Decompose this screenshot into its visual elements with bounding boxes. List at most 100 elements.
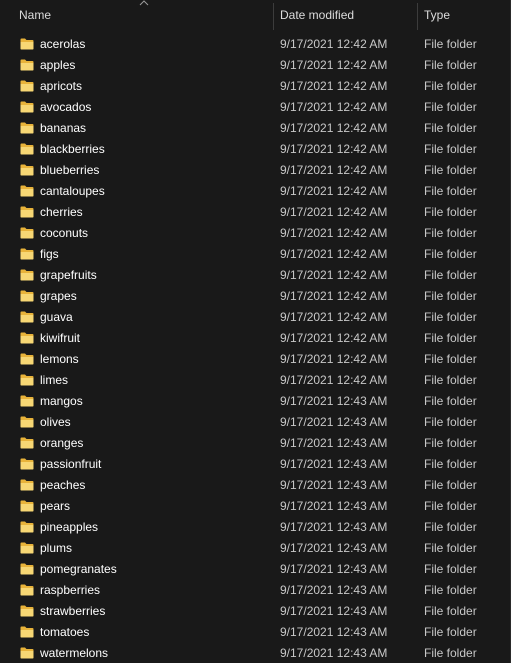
folder-name: acerolas [40, 37, 86, 51]
folder-row[interactable]: acerolas 9/17/2021 12:42 AM File folder [0, 34, 511, 55]
folder-icon [20, 101, 34, 113]
folder-name: grapefruits [40, 268, 97, 282]
folder-row[interactable]: pineapples 9/17/2021 12:43 AM File folde… [0, 517, 511, 538]
folder-date-modified: 9/17/2021 12:43 AM [280, 541, 388, 555]
folder-date-modified: 9/17/2021 12:43 AM [280, 520, 388, 534]
folder-row[interactable]: pomegranates 9/17/2021 12:43 AM File fol… [0, 559, 511, 580]
file-rows: acerolas 9/17/2021 12:42 AM File folder … [0, 34, 511, 663]
folder-type: File folder [424, 226, 477, 240]
folder-row[interactable]: grapefruits 9/17/2021 12:42 AM File fold… [0, 265, 511, 286]
folder-name: mangos [40, 394, 83, 408]
folder-name: cantaloupes [40, 184, 105, 198]
folder-name: avocados [40, 100, 92, 114]
column-header-type[interactable]: Type [418, 0, 511, 30]
folder-date-modified: 9/17/2021 12:42 AM [280, 205, 388, 219]
folder-name: coconuts [40, 226, 89, 240]
folder-type: File folder [424, 457, 477, 471]
folder-row[interactable]: cantaloupes 9/17/2021 12:42 AM File fold… [0, 181, 511, 202]
folder-row[interactable]: cherries 9/17/2021 12:42 AM File folder [0, 202, 511, 223]
folder-icon [20, 164, 34, 176]
folder-row[interactable]: strawberries 9/17/2021 12:43 AM File fol… [0, 601, 511, 622]
folder-row[interactable]: oranges 9/17/2021 12:43 AM File folder [0, 433, 511, 454]
folder-type: File folder [424, 37, 477, 51]
column-header-date-modified[interactable]: Date modified [274, 0, 417, 30]
folder-row[interactable]: tomatoes 9/17/2021 12:43 AM File folder [0, 622, 511, 643]
folder-row[interactable]: guava 9/17/2021 12:42 AM File folder [0, 307, 511, 328]
folder-row[interactable]: coconuts 9/17/2021 12:42 AM File folder [0, 223, 511, 244]
folder-row[interactable]: mangos 9/17/2021 12:43 AM File folder [0, 391, 511, 412]
column-header-date-label: Date modified [280, 8, 355, 22]
folder-date-modified: 9/17/2021 12:43 AM [280, 457, 388, 471]
folder-row[interactable]: olives 9/17/2021 12:43 AM File folder [0, 412, 511, 433]
folder-icon [20, 605, 34, 617]
folder-date-modified: 9/17/2021 12:42 AM [280, 100, 388, 114]
folder-row[interactable]: watermelons 9/17/2021 12:43 AM File fold… [0, 643, 511, 663]
folder-type: File folder [424, 415, 477, 429]
folder-icon [20, 500, 34, 512]
folder-name: grapes [40, 289, 77, 303]
folder-date-modified: 9/17/2021 12:42 AM [280, 268, 388, 282]
folder-row[interactable]: apples 9/17/2021 12:42 AM File folder [0, 55, 511, 76]
folder-type: File folder [424, 163, 477, 177]
folder-row[interactable]: bananas 9/17/2021 12:42 AM File folder [0, 118, 511, 139]
folder-icon [20, 311, 34, 323]
folder-type: File folder [424, 79, 477, 93]
folder-row[interactable]: grapes 9/17/2021 12:42 AM File folder [0, 286, 511, 307]
folder-date-modified: 9/17/2021 12:42 AM [280, 58, 388, 72]
folder-icon [20, 143, 34, 155]
folder-name: peaches [40, 478, 86, 492]
folder-type: File folder [424, 100, 477, 114]
folder-row[interactable]: avocados 9/17/2021 12:42 AM File folder [0, 97, 511, 118]
folder-date-modified: 9/17/2021 12:42 AM [280, 373, 388, 387]
chevron-up-icon [139, 0, 149, 6]
folder-icon [20, 542, 34, 554]
folder-row[interactable]: apricots 9/17/2021 12:42 AM File folder [0, 76, 511, 97]
folder-date-modified: 9/17/2021 12:43 AM [280, 478, 388, 492]
folder-icon [20, 563, 34, 575]
folder-date-modified: 9/17/2021 12:43 AM [280, 415, 388, 429]
folder-icon [20, 185, 34, 197]
folder-icon [20, 416, 34, 428]
folder-type: File folder [424, 184, 477, 198]
folder-row[interactable]: figs 9/17/2021 12:42 AM File folder [0, 244, 511, 265]
folder-icon [20, 584, 34, 596]
folder-row[interactable]: blackberries 9/17/2021 12:42 AM File fol… [0, 139, 511, 160]
folder-name: oranges [40, 436, 84, 450]
folder-icon [20, 290, 34, 302]
column-header-name[interactable]: Name [0, 0, 273, 30]
folder-row[interactable]: peaches 9/17/2021 12:43 AM File folder [0, 475, 511, 496]
folder-row[interactable]: kiwifruit 9/17/2021 12:42 AM File folder [0, 328, 511, 349]
folder-type: File folder [424, 625, 477, 639]
folder-row[interactable]: plums 9/17/2021 12:43 AM File folder [0, 538, 511, 559]
folder-icon [20, 59, 34, 71]
folder-date-modified: 9/17/2021 12:42 AM [280, 184, 388, 198]
folder-type: File folder [424, 394, 477, 408]
folder-date-modified: 9/17/2021 12:42 AM [280, 247, 388, 261]
folder-name: apricots [40, 79, 83, 93]
folder-row[interactable]: raspberries 9/17/2021 12:43 AM File fold… [0, 580, 511, 601]
folder-date-modified: 9/17/2021 12:42 AM [280, 289, 388, 303]
folder-type: File folder [424, 373, 477, 387]
folder-icon [20, 269, 34, 281]
folder-name: strawberries [40, 604, 106, 618]
folder-icon [20, 437, 34, 449]
folder-icon [20, 353, 34, 365]
folder-date-modified: 9/17/2021 12:42 AM [280, 79, 388, 93]
folder-name: apples [40, 58, 76, 72]
folder-name: passionfruit [40, 457, 102, 471]
folder-name: bananas [40, 121, 87, 135]
folder-row[interactable]: blueberries 9/17/2021 12:42 AM File fold… [0, 160, 511, 181]
folder-date-modified: 9/17/2021 12:43 AM [280, 436, 388, 450]
folder-name: blackberries [40, 142, 105, 156]
folder-icon [20, 80, 34, 92]
folder-row[interactable]: lemons 9/17/2021 12:42 AM File folder [0, 349, 511, 370]
folder-row[interactable]: passionfruit 9/17/2021 12:43 AM File fol… [0, 454, 511, 475]
folder-row[interactable]: pears 9/17/2021 12:43 AM File folder [0, 496, 511, 517]
folder-type: File folder [424, 541, 477, 555]
folder-name: kiwifruit [40, 331, 81, 345]
folder-date-modified: 9/17/2021 12:43 AM [280, 646, 388, 660]
folder-row[interactable]: limes 9/17/2021 12:42 AM File folder [0, 370, 511, 391]
folder-type: File folder [424, 520, 477, 534]
folder-icon [20, 479, 34, 491]
folder-icon [20, 38, 34, 50]
